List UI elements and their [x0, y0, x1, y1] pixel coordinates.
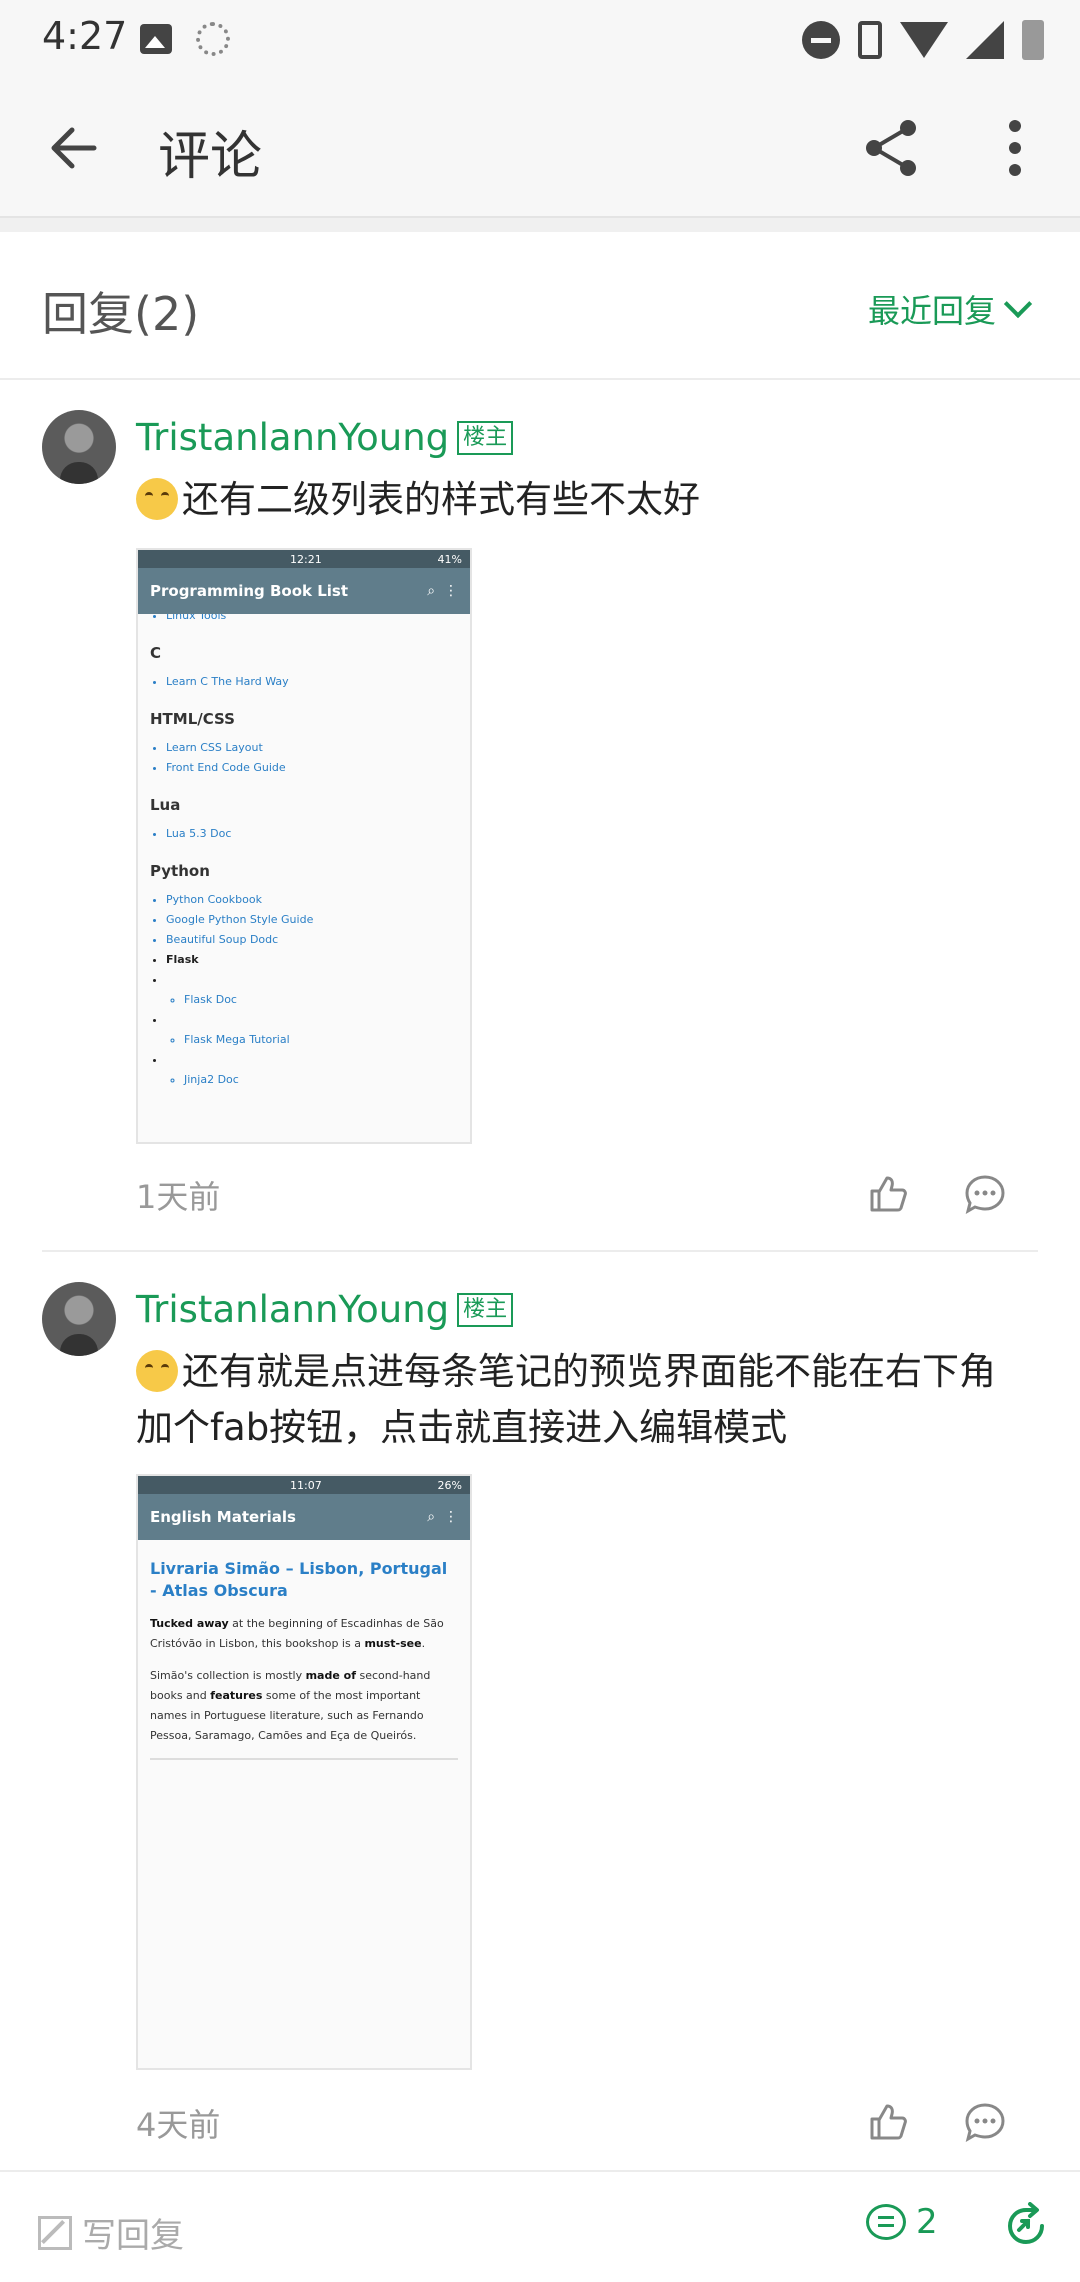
emoji-icon [136, 1350, 178, 1392]
reply-header: 回复(2) 最近回复 [0, 232, 1080, 380]
author-name: TristanlannYoung [136, 416, 450, 459]
more-vert-icon[interactable] [990, 116, 1040, 180]
author-name: TristanlannYoung [136, 1288, 450, 1331]
comment-bubble-icon[interactable] [964, 1174, 1006, 1214]
chevron-down-icon [1003, 289, 1033, 319]
comment-count-button[interactable]: 2 [866, 2202, 938, 2242]
share-icon[interactable] [860, 116, 924, 180]
edit-icon [38, 2215, 72, 2250]
thumb-up-icon[interactable] [868, 1174, 908, 1214]
emoji-icon [136, 478, 178, 520]
comment-time: 1天前 [136, 1178, 221, 1216]
owner-badge: 楼主 [457, 1292, 514, 1327]
comment-image[interactable]: 12:2141% Programming Book List⌕ ⋮ Linux … [136, 548, 472, 1144]
write-reply-label: 写回复 [82, 2216, 184, 2256]
comment-time: 4天前 [136, 2106, 221, 2144]
thumb-up-icon[interactable] [868, 2102, 908, 2142]
sort-label: 最近回复 [867, 292, 996, 330]
do-not-disturb-icon [802, 21, 840, 59]
wifi-icon [900, 22, 948, 58]
comment-bubble-icon[interactable] [964, 2102, 1006, 2142]
vibrate-icon [858, 21, 882, 59]
app-bar: 评论 [0, 78, 1080, 218]
bottom-bar: 写回复 2 [0, 2170, 1080, 2282]
comment-image[interactable]: 11:07 26% English Materials ⌕ ⋮ Livraria S… [136, 1474, 472, 2070]
section-gap [0, 218, 1080, 232]
battery-icon [1022, 20, 1044, 60]
avatar[interactable] [42, 410, 116, 484]
forward-icon[interactable] [1004, 2202, 1048, 2246]
sort-dropdown[interactable]: 最近回复 [867, 286, 1033, 332]
comment-text: 还有二级列表的样式有些不太好 [136, 472, 1016, 528]
comment-text: 还有就是点进每条笔记的预览界面能不能在右下角加个fab按钮，点击就直接进入编辑模… [136, 1350, 996, 1449]
status-bar: 4:27 [0, 0, 1080, 78]
comment-divider [42, 1250, 1038, 1252]
status-icons [802, 18, 1044, 62]
comment-bubble-icon [866, 2204, 906, 2240]
back-arrow-icon[interactable] [44, 118, 104, 178]
write-reply-button[interactable]: 写回复 [38, 2208, 184, 2257]
sync-icon [196, 22, 230, 56]
reply-count: 回复(2) [42, 287, 200, 341]
signal-icon [966, 21, 1004, 59]
comment-count: 2 [916, 2202, 938, 2242]
comment-author[interactable]: TristanlannYoung 楼主 [136, 1288, 514, 1331]
page-title: 评论 [158, 127, 263, 187]
status-time: 4:27 [42, 14, 128, 58]
comment-author[interactable]: TristanlannYoung 楼主 [136, 416, 514, 459]
avatar[interactable] [42, 1282, 116, 1356]
image-notification-icon [140, 24, 172, 54]
owner-badge: 楼主 [457, 420, 514, 455]
